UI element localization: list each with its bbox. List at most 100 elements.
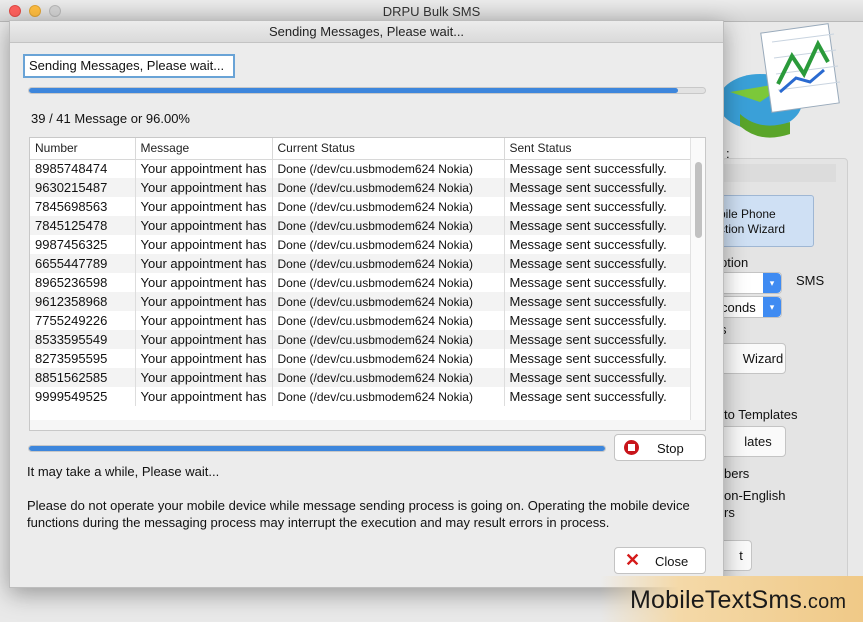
- close-icon: ✕: [625, 550, 641, 570]
- cell-sent-status: Message sent successfully.: [504, 235, 692, 254]
- table-row[interactable]: 8985748474 Your appointment has Done (/dev…: [30, 159, 692, 178]
- cell-current-status: Done (/dev/cu.usbmodem624 Nokia): [272, 387, 505, 406]
- cell-current-status: Done (/dev/cu.usbmodem624 Nokia): [272, 349, 505, 368]
- chart-logo-icon: [720, 23, 841, 138]
- bottom-progress-fill: [29, 446, 605, 451]
- table-row[interactable]: 9612358968 Your appointment has Done (/dev…: [30, 292, 692, 311]
- cell-current-status: Done (/dev/cu.usbmodem624 Nokia): [272, 235, 505, 254]
- top-progress-fill: [29, 88, 678, 93]
- table-row[interactable]: 6655447789 Your appointment has Done (/dev…: [30, 254, 692, 273]
- cell-number: 7845125478: [30, 216, 136, 235]
- cell-message: Your appointment has: [135, 159, 273, 178]
- cell-sent-status: Message sent successfully.: [504, 311, 692, 330]
- cell-number: 8851562585: [30, 368, 136, 387]
- cell-sent-status: Message sent successfully.: [504, 349, 692, 368]
- cell-current-status: Done (/dev/cu.usbmodem624 Nokia): [272, 292, 505, 311]
- top-progress-bar: [28, 87, 706, 94]
- cell-sent-status: Message sent successfully.: [504, 159, 692, 178]
- cell-sent-status: Message sent successfully.: [504, 292, 692, 311]
- cell-current-status: Done (/dev/cu.usbmodem624 Nokia): [272, 178, 505, 197]
- numbers-label: bers: [724, 466, 750, 481]
- bottom-progress-bar: [28, 445, 606, 452]
- cell-message: Your appointment has: [135, 254, 273, 273]
- cell-number: 9999549525: [30, 387, 136, 406]
- cell-number: 9612358968: [30, 292, 136, 311]
- cell-current-status: Done (/dev/cu.usbmodem624 Nokia): [272, 159, 505, 178]
- table-row[interactable]: 8533595549 Your appointment has Done (/dev…: [30, 330, 692, 349]
- table-row[interactable]: 7755249226 Your appointment has Done (/dev…: [30, 311, 692, 330]
- table-horizontal-scrollbar[interactable]: [30, 420, 705, 430]
- cell-current-status: Done (/dev/cu.usbmodem624 Nokia): [272, 216, 505, 235]
- cell-current-status: Done (/dev/cu.usbmodem624 Nokia): [272, 197, 505, 216]
- warning-text: Please do not operate your mobile device…: [27, 498, 690, 530]
- close-button[interactable]: ✕ Close: [614, 547, 706, 574]
- cell-number: 8533595549: [30, 330, 136, 349]
- cell-message: Your appointment has: [135, 311, 273, 330]
- table-row[interactable]: 7845125478 Your appointment has Done (/dev…: [30, 216, 692, 235]
- column-header-current-status[interactable]: Current Status: [272, 138, 505, 160]
- message-count-label: 39 / 41 Message or 96.00%: [31, 111, 190, 126]
- cell-sent-status: Message sent successfully.: [504, 368, 692, 387]
- cell-message: Your appointment has: [135, 368, 273, 387]
- cell-sent-status: Message sent successfully.: [504, 178, 692, 197]
- table-row[interactable]: 8851562585 Your appointment has Done (/dev…: [30, 368, 692, 387]
- cell-message: Your appointment has: [135, 216, 273, 235]
- stop-icon: [624, 440, 639, 455]
- stop-button[interactable]: Stop: [614, 434, 706, 461]
- cell-current-status: Done (/dev/cu.usbmodem624 Nokia): [272, 368, 505, 387]
- cell-number: 9987456325: [30, 235, 136, 254]
- cell-number: 8965236598: [30, 273, 136, 292]
- cell-message: Your appointment has: [135, 292, 273, 311]
- table-row[interactable]: 9999549525 Your appointment has Done (/dev…: [30, 387, 692, 406]
- cell-sent-status: Message sent successfully.: [504, 254, 692, 273]
- background-field: [724, 164, 836, 182]
- cell-sent-status: Message sent successfully.: [504, 197, 692, 216]
- sms-label: SMS: [796, 273, 825, 288]
- scroll-thumb[interactable]: [695, 162, 702, 238]
- column-header-sent-status[interactable]: Sent Status: [504, 138, 692, 160]
- cell-number: 6655447789: [30, 254, 136, 273]
- cell-current-status: Done (/dev/cu.usbmodem624 Nokia): [272, 273, 505, 292]
- cell-number: 9630215487: [30, 178, 136, 197]
- templates-label: to Templates: [724, 407, 798, 422]
- cell-current-status: Done (/dev/cu.usbmodem624 Nokia): [272, 311, 505, 330]
- table-row[interactable]: 8273595595 Your appointment has Done (/dev…: [30, 349, 692, 368]
- cell-message: Your appointment has: [135, 330, 273, 349]
- cell-number: 7845698563: [30, 197, 136, 216]
- column-header-message[interactable]: Message: [135, 138, 273, 160]
- watermark-text: MobileTextSms.com: [630, 586, 847, 614]
- cell-number: 7755249226: [30, 311, 136, 330]
- cell-message: Your appointment has: [135, 235, 273, 254]
- table-row[interactable]: 9630215487 Your appointment has Done (/dev…: [30, 178, 692, 197]
- cell-message: Your appointment has: [135, 273, 273, 292]
- table-vertical-scrollbar[interactable]: [690, 138, 705, 430]
- cell-sent-status: Message sent successfully.: [504, 330, 692, 349]
- sending-dialog: Sending Messages, Please wait... Sending…: [9, 20, 724, 588]
- cell-sent-status: Message sent successfully.: [504, 387, 692, 406]
- messages-table[interactable]: Number Message Current Status Sent Statu…: [29, 137, 706, 431]
- table-header-row: Number Message Current Status Sent Statu…: [30, 138, 692, 160]
- cell-message: Your appointment has: [135, 178, 273, 197]
- status-box: Sending Messages, Please wait...: [23, 54, 235, 78]
- cell-number: 8985748474: [30, 159, 136, 178]
- cell-message: Your appointment has: [135, 349, 273, 368]
- cell-sent-status: Message sent successfully.: [504, 273, 692, 292]
- column-header-number[interactable]: Number: [30, 138, 136, 160]
- cell-current-status: Done (/dev/cu.usbmodem624 Nokia): [272, 330, 505, 349]
- cell-number: 8273595595: [30, 349, 136, 368]
- table-row[interactable]: 8965236598 Your appointment has Done (/dev…: [30, 273, 692, 292]
- wait-text: It may take a while, Please wait...: [27, 464, 220, 479]
- panel-label: :: [726, 146, 730, 161]
- option-label: ption: [720, 255, 749, 270]
- table-row[interactable]: 9987456325 Your appointment has Done (/dev…: [30, 235, 692, 254]
- dialog-title: Sending Messages, Please wait...: [10, 21, 723, 43]
- window-titlebar: DRPU Bulk SMS: [0, 0, 863, 22]
- table-row[interactable]: 7845698563 Your appointment has Done (/dev…: [30, 197, 692, 216]
- window-title: DRPU Bulk SMS: [382, 4, 481, 19]
- cell-current-status: Done (/dev/cu.usbmodem624 Nokia): [272, 254, 505, 273]
- cell-message: Your appointment has: [135, 197, 273, 216]
- cell-sent-status: Message sent successfully.: [504, 216, 692, 235]
- watermark: MobileTextSms.com: [600, 576, 863, 622]
- non-english-label: on-English: [724, 488, 786, 503]
- cell-message: Your appointment has: [135, 387, 273, 406]
